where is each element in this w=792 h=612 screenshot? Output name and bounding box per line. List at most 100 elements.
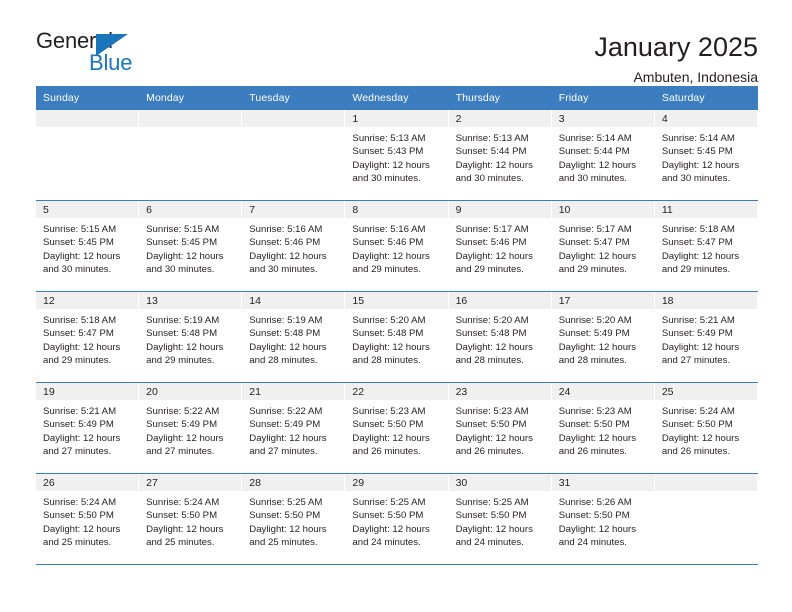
- daylight-text-line2: and 30 minutes.: [43, 264, 112, 276]
- day-cell[interactable]: 6 Sunrise: 5:15 AM Sunset: 5:45 PM Daylight…: [139, 201, 243, 291]
- day-details: Sunrise: 5:15 AM Sunset: 5:45 PM Daylight:…: [139, 218, 241, 277]
- sunset-text: Sunset: 5:49 PM: [146, 419, 218, 431]
- daylight-text-line1: Daylight: 12 hours: [352, 432, 430, 444]
- day-cell[interactable]: 7 Sunrise: 5:16 AM Sunset: 5:46 PM Daylight…: [242, 201, 346, 291]
- day-cell[interactable]: 20 Sunrise: 5:22 AM Sunset: 5:49 PM Dayligh…: [139, 383, 243, 473]
- day-number: 23: [448, 383, 551, 400]
- day-cell[interactable]: 17 Sunrise: 5:20 AM Sunset: 5:49 PM Dayligh…: [551, 292, 655, 382]
- day-cell[interactable]: [36, 110, 140, 200]
- day-cell[interactable]: 1 Sunrise: 5:13 AM Sunset: 5:43 PM Daylight…: [345, 110, 449, 200]
- day-cell[interactable]: 4 Sunrise: 5:14 AM Sunset: 5:45 PM Daylight…: [654, 110, 758, 200]
- day-details: Sunrise: 5:21 AM Sunset: 5:49 PM Daylight:…: [655, 309, 757, 368]
- day-details: Sunrise: 5:25 AM Sunset: 5:50 PM Daylight:…: [345, 491, 447, 550]
- day-cell[interactable]: 9 Sunrise: 5:17 AM Sunset: 5:46 PM Daylight…: [448, 201, 552, 291]
- day-cell[interactable]: 2 Sunrise: 5:13 AM Sunset: 5:44 PM Daylight…: [448, 110, 552, 200]
- weekday-header-tuesday: Tuesday: [249, 92, 290, 104]
- sunrise-text: Sunrise: 5:24 AM: [43, 497, 117, 508]
- sunrise-text: Sunrise: 5:21 AM: [43, 406, 117, 417]
- day-cell[interactable]: [139, 110, 243, 200]
- daylight-text-line1: Daylight: 12 hours: [249, 432, 327, 444]
- sunrise-text: Sunrise: 5:19 AM: [146, 315, 220, 326]
- day-details: Sunrise: 5:22 AM Sunset: 5:49 PM Daylight:…: [242, 400, 344, 459]
- sunset-text: Sunset: 5:45 PM: [43, 237, 114, 249]
- daylight-text-line1: Daylight: 12 hours: [558, 523, 637, 535]
- calendar-grid: Sunday Monday Tuesday Wednesday Thursday…: [36, 86, 758, 565]
- sunrise-text: Sunrise: 5:19 AM: [249, 315, 323, 326]
- daylight-text-line1: Daylight: 12 hours: [558, 341, 637, 353]
- day-number: 26: [36, 474, 139, 491]
- day-cell[interactable]: 26 Sunrise: 5:24 AM Sunset: 5:50 PM Dayligh…: [36, 474, 140, 564]
- day-details: Sunrise: 5:22 AM Sunset: 5:49 PM Daylight:…: [139, 400, 241, 459]
- day-number: 7: [242, 201, 345, 218]
- day-cell[interactable]: 5 Sunrise: 5:15 AM Sunset: 5:45 PM Daylight…: [36, 201, 140, 291]
- day-number: 19: [36, 383, 139, 400]
- day-cell[interactable]: 22 Sunrise: 5:23 AM Sunset: 5:50 PM Dayligh…: [345, 383, 449, 473]
- day-number: [139, 110, 242, 127]
- sunrise-text: Sunrise: 5:17 AM: [455, 224, 529, 235]
- day-cell[interactable]: 18 Sunrise: 5:21 AM Sunset: 5:49 PM Dayligh…: [654, 292, 758, 382]
- sunrise-text: Sunrise: 5:23 AM: [352, 406, 426, 417]
- location-subtitle: Ambuten, Indonesia: [633, 69, 758, 86]
- day-cell[interactable]: 8 Sunrise: 5:16 AM Sunset: 5:46 PM Daylight…: [345, 201, 449, 291]
- day-cell[interactable]: 15 Sunrise: 5:20 AM Sunset: 5:48 PM Dayligh…: [345, 292, 449, 382]
- sunrise-text: Sunrise: 5:17 AM: [558, 224, 632, 235]
- day-cell[interactable]: [654, 474, 758, 564]
- daylight-text-line1: Daylight: 12 hours: [455, 523, 533, 535]
- sunrise-text: Sunrise: 5:15 AM: [146, 224, 220, 235]
- weekday-header-friday: Friday: [558, 92, 589, 104]
- day-details: Sunrise: 5:21 AM Sunset: 5:49 PM Daylight:…: [36, 400, 138, 459]
- day-number: 2: [448, 110, 551, 127]
- sunrise-text: Sunrise: 5:20 AM: [455, 315, 529, 326]
- daylight-text-line2: and 28 minutes.: [249, 355, 318, 367]
- day-cell[interactable]: 16 Sunrise: 5:20 AM Sunset: 5:48 PM Dayligh…: [448, 292, 552, 382]
- daylight-text-line2: and 29 minutes.: [352, 264, 421, 276]
- sunset-text: Sunset: 5:47 PM: [558, 237, 630, 249]
- daylight-text-line2: and 27 minutes.: [146, 446, 215, 458]
- sunset-text: Sunset: 5:50 PM: [455, 419, 527, 431]
- day-cell[interactable]: 23 Sunrise: 5:23 AM Sunset: 5:50 PM Dayligh…: [448, 383, 552, 473]
- day-cell[interactable]: 3 Sunrise: 5:14 AM Sunset: 5:44 PM Daylight…: [551, 110, 655, 200]
- sunset-text: Sunset: 5:50 PM: [558, 419, 630, 431]
- day-cell[interactable]: 27 Sunrise: 5:24 AM Sunset: 5:50 PM Dayligh…: [139, 474, 243, 564]
- day-cell[interactable]: 11 Sunrise: 5:18 AM Sunset: 5:47 PM Dayligh…: [654, 201, 758, 291]
- sunrise-text: Sunrise: 5:15 AM: [43, 224, 117, 235]
- day-details: Sunrise: 5:16 AM Sunset: 5:46 PM Daylight:…: [345, 218, 447, 277]
- sunrise-text: Sunrise: 5:16 AM: [352, 224, 426, 235]
- sunrise-text: Sunrise: 5:26 AM: [558, 497, 632, 508]
- sunset-text: Sunset: 5:48 PM: [146, 328, 218, 340]
- day-cell[interactable]: 25 Sunrise: 5:24 AM Sunset: 5:50 PM Dayligh…: [654, 383, 758, 473]
- day-cell[interactable]: 29 Sunrise: 5:25 AM Sunset: 5:50 PM Dayligh…: [345, 474, 449, 564]
- day-cell[interactable]: 13 Sunrise: 5:19 AM Sunset: 5:48 PM Dayligh…: [139, 292, 243, 382]
- day-number: 25: [654, 383, 757, 400]
- day-cell[interactable]: 19 Sunrise: 5:21 AM Sunset: 5:49 PM Dayligh…: [36, 383, 140, 473]
- logo-text-blue: Blue: [89, 50, 133, 75]
- daylight-text-line1: Daylight: 12 hours: [661, 159, 740, 171]
- sunrise-text: Sunrise: 5:20 AM: [558, 315, 632, 326]
- day-details: Sunrise: 5:24 AM Sunset: 5:50 PM Daylight:…: [139, 491, 241, 550]
- sunrise-text: Sunrise: 5:25 AM: [352, 497, 426, 508]
- sunrise-text: Sunrise: 5:18 AM: [43, 315, 117, 326]
- sunset-text: Sunset: 5:44 PM: [558, 146, 630, 158]
- sunset-text: Sunset: 5:50 PM: [661, 419, 733, 431]
- day-cell[interactable]: [242, 110, 346, 200]
- day-cell[interactable]: 24 Sunrise: 5:23 AM Sunset: 5:50 PM Dayligh…: [551, 383, 655, 473]
- calendar-page: General Blue January 2025 Ambuten, Indon…: [0, 0, 792, 612]
- day-cell[interactable]: 12 Sunrise: 5:18 AM Sunset: 5:47 PM Dayligh…: [36, 292, 140, 382]
- day-cell[interactable]: 28 Sunrise: 5:25 AM Sunset: 5:50 PM Dayligh…: [242, 474, 346, 564]
- daylight-text-line1: Daylight: 12 hours: [249, 341, 327, 353]
- sunset-text: Sunset: 5:50 PM: [352, 419, 424, 431]
- day-details: Sunrise: 5:23 AM Sunset: 5:50 PM Daylight:…: [552, 400, 654, 459]
- daylight-text-line1: Daylight: 12 hours: [455, 250, 533, 262]
- weekday-header-sunday: Sunday: [43, 92, 80, 104]
- day-number: 14: [242, 292, 345, 309]
- day-cell[interactable]: 31 Sunrise: 5:26 AM Sunset: 5:50 PM Dayligh…: [551, 474, 655, 564]
- day-cell[interactable]: 10 Sunrise: 5:17 AM Sunset: 5:47 PM Dayligh…: [551, 201, 655, 291]
- calendar-week-row: 19 Sunrise: 5:21 AM Sunset: 5:49 PM Dayligh…: [36, 383, 758, 474]
- day-cell[interactable]: 14 Sunrise: 5:19 AM Sunset: 5:48 PM Dayligh…: [242, 292, 346, 382]
- daylight-text-line1: Daylight: 12 hours: [661, 341, 740, 353]
- sunset-text: Sunset: 5:50 PM: [43, 510, 114, 522]
- day-cell[interactable]: 21 Sunrise: 5:22 AM Sunset: 5:49 PM Dayligh…: [242, 383, 346, 473]
- day-cell[interactable]: 30 Sunrise: 5:25 AM Sunset: 5:50 PM Dayligh…: [448, 474, 552, 564]
- daylight-text-line1: Daylight: 12 hours: [558, 432, 637, 444]
- day-number: 3: [551, 110, 654, 127]
